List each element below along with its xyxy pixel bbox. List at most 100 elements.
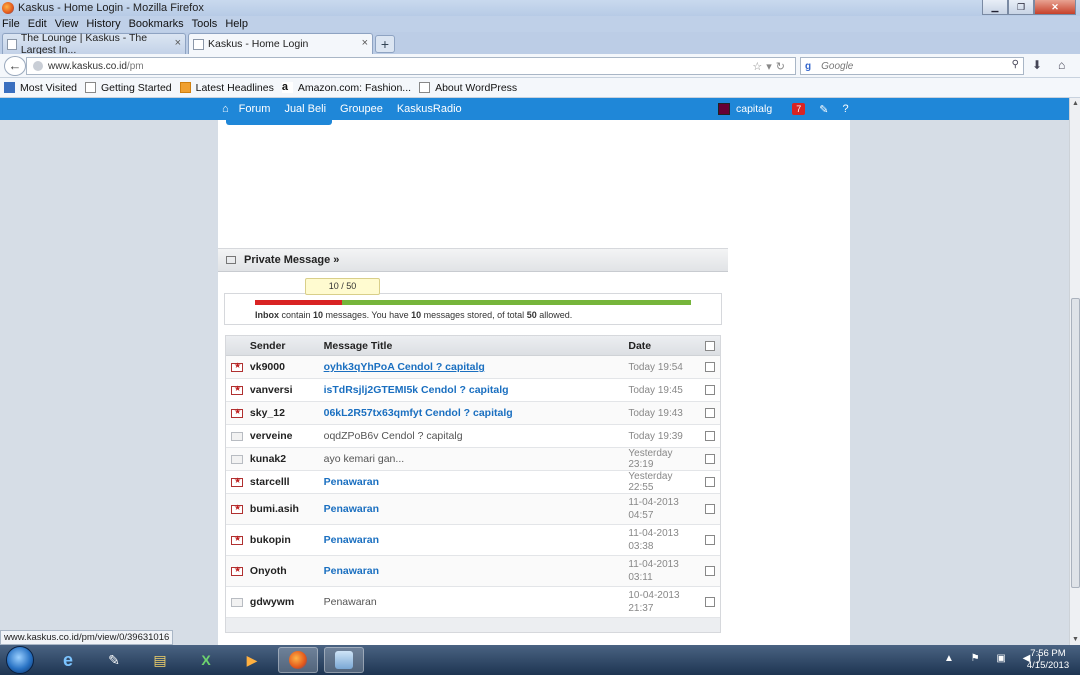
select-all-checkbox[interactable] bbox=[705, 340, 716, 351]
message-title-link[interactable]: 06kL2R57tx63qmfyt Cendol ? capitalg bbox=[322, 407, 627, 419]
url-bar[interactable]: www.kaskus.co.id/pm ☆▾↻ bbox=[26, 57, 796, 75]
message-title-link[interactable]: ayo kemari gan... bbox=[322, 453, 627, 465]
message-title-link[interactable]: Penawaran bbox=[322, 534, 627, 546]
message-title-link[interactable]: Penawaran bbox=[322, 596, 627, 608]
scroll-up-arrow-icon[interactable]: ▲ bbox=[1072, 100, 1079, 107]
close-window-button[interactable]: ✕ bbox=[1034, 0, 1076, 15]
taskbar-firefox[interactable] bbox=[278, 647, 318, 673]
taskbar-excel[interactable]: X bbox=[186, 647, 226, 673]
back-button[interactable]: ← bbox=[4, 56, 26, 76]
vertical-scrollbar[interactable]: ▲ ▼ bbox=[1069, 98, 1080, 645]
globe-icon bbox=[33, 61, 43, 71]
message-date: 11-04-2013 03:38 bbox=[628, 528, 679, 552]
minimize-button[interactable]: ▁ bbox=[982, 0, 1008, 15]
sender-name[interactable]: bumi.asih bbox=[248, 503, 322, 515]
message-checkbox[interactable] bbox=[705, 385, 716, 395]
google-logo-icon[interactable]: g bbox=[805, 61, 811, 72]
message-checkbox[interactable] bbox=[705, 362, 716, 372]
bookmark-star-reload-icons[interactable]: ☆▾↻ bbox=[752, 60, 789, 73]
notification-badge[interactable]: 7 bbox=[792, 103, 806, 115]
help-icon[interactable]: ? bbox=[842, 103, 848, 115]
maximize-button[interactable]: ❐ bbox=[1008, 0, 1034, 15]
sender-name[interactable]: starcelll bbox=[248, 476, 322, 488]
menu-bookmarks[interactable]: Bookmarks bbox=[129, 18, 184, 30]
sender-name[interactable]: vanversi bbox=[248, 384, 322, 396]
sender-name[interactable]: verveine bbox=[248, 430, 322, 442]
close-tab-icon[interactable]: × bbox=[175, 37, 181, 49]
message-checkbox[interactable] bbox=[705, 408, 716, 418]
message-checkbox[interactable] bbox=[705, 535, 716, 545]
taskbar-explorer[interactable]: ▤ bbox=[140, 647, 180, 673]
message-title-link[interactable]: oqdZPoB6v Cendol ? capitalg bbox=[322, 430, 627, 442]
start-button[interactable] bbox=[6, 646, 34, 674]
message-date: Today 19:43 bbox=[628, 407, 683, 419]
new-tab-button[interactable]: + bbox=[375, 35, 395, 53]
avatar[interactable] bbox=[718, 103, 730, 115]
search-placeholder: Google bbox=[821, 60, 854, 72]
message-title-link[interactable]: oyhk3qYhPoA Cendol ? capitalg bbox=[322, 361, 627, 373]
bookmark-amazon[interactable]: a Amazon.com: Fashion... bbox=[281, 82, 411, 94]
table-row[interactable]: vk9000oyhk3qYhPoA Cendol ? capitalgToday… bbox=[226, 356, 720, 379]
message-title-link[interactable]: Penawaran bbox=[322, 565, 627, 577]
menu-history[interactable]: History bbox=[86, 18, 120, 30]
menu-view[interactable]: View bbox=[55, 18, 79, 30]
private-message-title[interactable]: Private Message » bbox=[244, 254, 339, 266]
taskbar-app[interactable] bbox=[324, 647, 364, 673]
message-checkbox[interactable] bbox=[705, 504, 716, 514]
message-title-link[interactable]: Penawaran bbox=[322, 476, 627, 488]
tab-kaskus-home-login[interactable]: Kaskus - Home Login × bbox=[188, 33, 373, 54]
sender-name[interactable]: bukopin bbox=[248, 534, 322, 546]
message-checkbox[interactable] bbox=[705, 566, 716, 576]
table-row[interactable]: vanversiisTdRsjlj2GTEMI5k Cendol ? capit… bbox=[226, 379, 720, 402]
sender-name[interactable]: Onyoth bbox=[248, 565, 322, 577]
home-icon[interactable]: ⌂ bbox=[1058, 58, 1065, 72]
tab-the-lounge[interactable]: The Lounge | Kaskus - The Largest In... … bbox=[2, 32, 186, 56]
table-row[interactable]: verveine oqdZPoB6v Cendol ? capitalg Today… bbox=[226, 425, 720, 448]
table-row[interactable]: sky_1206kL2R57tx63qmfyt Cendol ? capital… bbox=[226, 402, 720, 425]
sender-name[interactable]: kunak2 bbox=[248, 453, 322, 465]
message-checkbox[interactable] bbox=[705, 597, 716, 607]
table-row[interactable]: gdwywm Penawaran 10-04-2013 21:37 bbox=[226, 587, 720, 618]
sender-name[interactable]: sky_12 bbox=[248, 407, 322, 419]
menu-tools[interactable]: Tools bbox=[192, 18, 218, 30]
sender-name[interactable]: vk9000 bbox=[248, 361, 322, 373]
table-row[interactable]: bukopinPenawaran11-04-2013 03:38 bbox=[226, 525, 720, 556]
download-icon[interactable]: ⬇ bbox=[1032, 58, 1042, 72]
scroll-down-arrow-icon[interactable]: ▼ bbox=[1072, 636, 1079, 643]
message-checkbox[interactable] bbox=[705, 454, 716, 464]
nav-forum[interactable]: Forum bbox=[239, 103, 271, 115]
message-checkbox[interactable] bbox=[705, 477, 716, 487]
nav-groupee[interactable]: Groupee bbox=[340, 103, 383, 115]
message-title-link[interactable]: Penawaran bbox=[322, 503, 627, 515]
taskbar-internet-explorer[interactable]: e bbox=[48, 647, 88, 673]
username-link[interactable]: capitalg bbox=[736, 103, 772, 115]
taskbar-media-player[interactable]: ▶ bbox=[232, 647, 272, 673]
close-tab-icon[interactable]: × bbox=[362, 37, 368, 49]
bookmark-getting-started[interactable]: Getting Started bbox=[85, 82, 172, 94]
table-row[interactable]: starcelllPenawaranYesterday 22:55 bbox=[226, 471, 720, 494]
table-row[interactable]: kunak2 ayo kemari gan... Yesterday 23:19 bbox=[226, 448, 720, 471]
bookmark-about-wordpress[interactable]: About WordPress bbox=[419, 82, 517, 94]
taskbar-notepad[interactable]: ✎ bbox=[94, 647, 134, 673]
quota-tooltip: 10 / 50 bbox=[305, 278, 380, 295]
bookmark-latest-headlines[interactable]: Latest Headlines bbox=[179, 82, 274, 94]
edit-icon[interactable]: ✎ bbox=[819, 103, 828, 116]
nav-jual-beli[interactable]: Jual Beli bbox=[284, 103, 326, 115]
taskbar-clock[interactable]: 7:56 PM 4/15/2013 bbox=[1020, 648, 1076, 672]
message-title-link[interactable]: isTdRsjlj2GTEMI5k Cendol ? capitalg bbox=[322, 384, 627, 396]
sender-name[interactable]: gdwywm bbox=[248, 596, 322, 608]
scrollbar-thumb[interactable] bbox=[1071, 298, 1080, 588]
nav-kaskusradio[interactable]: KaskusRadio bbox=[397, 103, 462, 115]
menu-edit[interactable]: Edit bbox=[28, 18, 47, 30]
table-row[interactable]: OnyothPenawaran11-04-2013 03:11 bbox=[226, 556, 720, 587]
inbox-quota-box: Inbox contain 10 messages. You have 10 m… bbox=[224, 293, 722, 325]
search-icon[interactable]: ⚲ bbox=[1012, 59, 1019, 70]
bookmark-most-visited[interactable]: Most Visited bbox=[4, 82, 77, 94]
menu-file[interactable]: File bbox=[2, 18, 20, 30]
url-host: www.kaskus.co.id bbox=[48, 60, 127, 72]
table-row[interactable]: bumi.asihPenawaran11-04-2013 04:57 bbox=[226, 494, 720, 525]
search-input[interactable]: g Google ⚲ bbox=[800, 57, 1024, 75]
home-icon[interactable]: ⌂ bbox=[222, 103, 229, 115]
message-checkbox[interactable] bbox=[705, 431, 716, 441]
menu-help[interactable]: Help bbox=[225, 18, 248, 30]
